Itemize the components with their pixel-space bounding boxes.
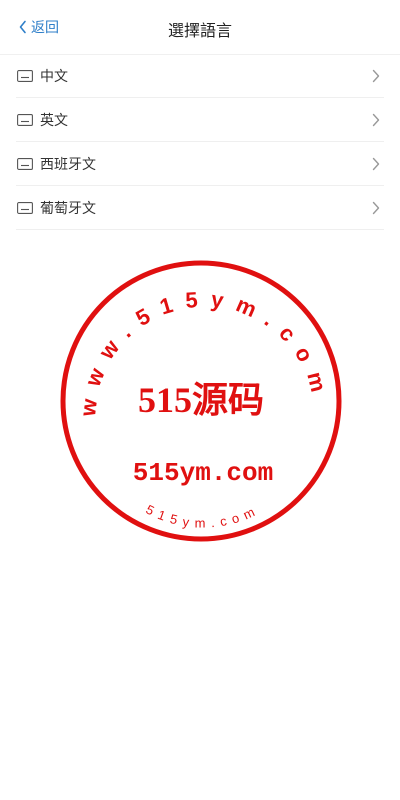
chevron-right-icon: [372, 201, 380, 215]
chevron-right-icon: [372, 69, 380, 83]
keyboard-icon: [17, 201, 33, 214]
language-item-portuguese[interactable]: 葡萄牙文: [16, 186, 384, 230]
stamp-center-title: 515源码: [138, 380, 264, 420]
keyboard-icon: [17, 157, 33, 170]
language-list: 中文 英文 西班牙文 葡萄牙文: [16, 54, 384, 230]
keyboard-icon: [17, 69, 33, 82]
nav-header: 返回 選擇語言: [0, 0, 400, 55]
language-item-chinese[interactable]: 中文: [16, 54, 384, 98]
keyboard-icon: [17, 113, 33, 126]
page-title: 選擇語言: [167, 21, 232, 40]
watermark-stamp: www.515ym.com 515源码 515ym.com 515ym.com: [60, 260, 342, 542]
language-item-spanish[interactable]: 西班牙文: [16, 142, 384, 186]
language-label: 西班牙文: [40, 156, 96, 173]
stamp-arc-bottom-text: 515ym.com: [144, 502, 263, 531]
language-label: 英文: [40, 112, 68, 129]
stamp-center-url: 515ym.com: [133, 458, 273, 488]
language-label: 中文: [40, 68, 68, 85]
chevron-right-icon: [372, 113, 380, 127]
language-item-english[interactable]: 英文: [16, 98, 384, 142]
language-label: 葡萄牙文: [40, 200, 96, 217]
chevron-right-icon: [372, 157, 380, 171]
